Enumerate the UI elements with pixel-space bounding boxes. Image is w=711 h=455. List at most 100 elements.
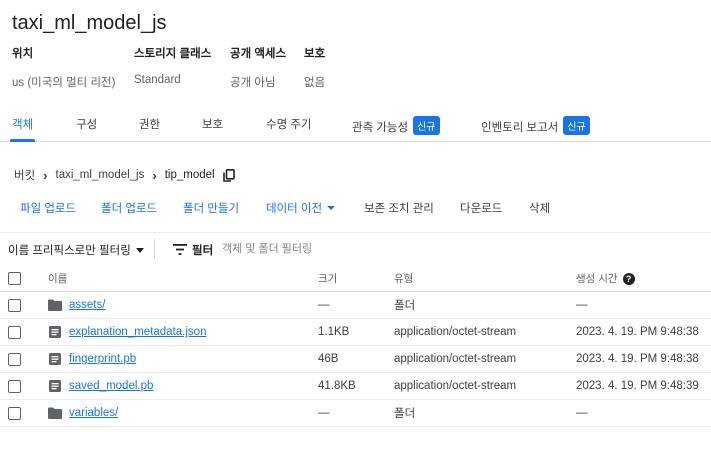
divider [154, 239, 155, 259]
filter-bar: 이름 프리픽스로만 필터링 필터 [0, 232, 711, 264]
name-cell: saved_model.pb [48, 373, 153, 399]
meta-value: 없음 [304, 77, 326, 89]
column-type[interactable]: 유형 [394, 266, 413, 291]
row-check-cell [8, 400, 21, 426]
type-cell: 폴더 [394, 408, 416, 420]
tab-inventory-reports[interactable]: 인벤토리 보고서 신규 [481, 116, 590, 142]
object-link[interactable]: explanation_metadata.json [69, 326, 206, 338]
breadcrumb-current-folder: tip_model [164, 169, 215, 181]
object-link[interactable]: saved_model.pb [69, 380, 153, 392]
folder-icon [48, 407, 62, 419]
file-icon [49, 326, 61, 338]
type-cell: application/octet-stream [394, 326, 517, 338]
size-cell: 1.1KB [318, 326, 350, 338]
row-check-cell [8, 346, 21, 372]
tab-label: 구성 [76, 119, 98, 131]
create-folder-button[interactable]: 폴더 만들기 [183, 200, 239, 216]
table-row: assets/ — 폴더 — [0, 292, 711, 319]
filter-label: 필터 [192, 245, 214, 257]
name-cell: explanation_metadata.json [48, 319, 206, 345]
bucket-title: taxi_ml_model_js [12, 12, 167, 34]
transfer-data-button[interactable]: 데이터 이전 [266, 200, 336, 216]
meta-protection: 보호 없음 [304, 45, 325, 90]
caret-down-icon [135, 248, 144, 253]
tab-configuration[interactable]: 구성 [76, 116, 97, 142]
objects-table: 이름 크기 유형 생성 시간? assets/ — 폴더 — explanati… [0, 266, 711, 427]
new-badge: 신규 [563, 116, 590, 135]
copy-icon[interactable] [222, 168, 235, 182]
created-cell: — [576, 299, 588, 311]
upload-folder-button[interactable]: 폴더 업로드 [101, 200, 157, 216]
size-cell: 41.8KB [318, 380, 356, 392]
breadcrumb-buckets[interactable]: 버킷 [14, 167, 35, 183]
table-row: fingerprint.pb 46B application/octet-str… [0, 346, 711, 373]
tab-objects[interactable]: 객체 [9, 116, 36, 142]
name-cell: fingerprint.pb [48, 346, 136, 372]
manage-holds-button[interactable]: 보존 조치 관리 [364, 200, 434, 216]
caret-down-icon [327, 206, 336, 210]
size-cell: 46B [318, 353, 339, 365]
breadcrumb: 버킷 › taxi_ml_model_js › tip_model [14, 167, 235, 183]
upload-file-button[interactable]: 파일 업로드 [20, 200, 76, 216]
type-cell: application/octet-stream [394, 353, 517, 365]
table-row: variables/ — 폴더 — [0, 400, 711, 427]
meta-label: 공개 액세스 [230, 48, 287, 60]
meta-label: 위치 [12, 48, 34, 60]
size-cell: — [318, 407, 330, 419]
meta-value: us (미국의 멀티 리전) [12, 77, 116, 89]
row-checkbox[interactable] [8, 406, 21, 420]
tab-label: 인벤토리 보고서 [481, 122, 559, 134]
tab-bar: 객체 구성 권한 보호 수명 주기 관측 가능성 신규 인벤토리 보고서 신규 [0, 110, 711, 142]
meta-label: 스토리지 클래스 [134, 48, 212, 60]
meta-location: 위치 us (미국의 멀티 리전) [12, 45, 115, 90]
row-checkbox[interactable] [8, 352, 21, 366]
breadcrumb-bucket[interactable]: taxi_ml_model_js [56, 169, 145, 181]
column-created-label: 생성 시간 [576, 273, 618, 285]
prefix-filter-select[interactable]: 이름 프리픽스로만 필터링 [8, 242, 144, 258]
tab-permissions[interactable]: 권한 [139, 116, 160, 142]
tab-lifecycle[interactable]: 수명 주기 [266, 116, 312, 142]
folder-icon [48, 299, 62, 311]
created-cell: 2023. 4. 19. PM 9:48:38 [576, 353, 699, 365]
new-badge: 신규 [413, 116, 440, 135]
name-cell: variables/ [48, 400, 118, 426]
chevron-right-icon: › [152, 167, 157, 183]
prefix-filter-label: 이름 프리픽스로만 필터링 [8, 245, 131, 257]
column-size[interactable]: 크기 [318, 266, 337, 291]
type-cell: application/octet-stream [394, 380, 517, 392]
row-check-cell [8, 319, 21, 345]
file-icon [49, 380, 61, 392]
row-checkbox[interactable] [8, 298, 21, 312]
object-link[interactable]: variables/ [69, 407, 118, 419]
transfer-data-label: 데이터 이전 [266, 203, 323, 215]
table-header: 이름 크기 유형 생성 시간? [0, 266, 711, 292]
chevron-right-icon: › [43, 167, 48, 183]
tab-observability[interactable]: 관측 가능성 신규 [352, 116, 440, 142]
meta-label: 보호 [304, 48, 326, 60]
column-name[interactable]: 이름 [48, 266, 67, 291]
column-created[interactable]: 생성 시간? [576, 266, 635, 291]
help-icon[interactable]: ? [622, 272, 635, 285]
row-checkbox[interactable] [8, 325, 21, 339]
type-cell: 폴더 [394, 300, 416, 312]
filter-icon[interactable] [173, 244, 187, 255]
file-icon [49, 353, 61, 365]
object-link[interactable]: assets/ [69, 299, 105, 311]
meta-public-access: 공개 액세스 공개 아님 [230, 45, 286, 90]
name-cell: assets/ [48, 292, 105, 318]
meta-value: Standard [134, 74, 181, 86]
created-cell: 2023. 4. 19. PM 9:48:39 [576, 380, 699, 392]
select-all-cell [8, 266, 21, 291]
table-row: explanation_metadata.json 1.1KB applicat… [0, 319, 711, 346]
delete-button[interactable]: 삭제 [529, 200, 550, 216]
tab-protection[interactable]: 보호 [202, 116, 223, 142]
created-cell: 2023. 4. 19. PM 9:48:38 [576, 326, 699, 338]
row-check-cell [8, 373, 21, 399]
select-all-checkbox[interactable] [8, 272, 21, 285]
object-link[interactable]: fingerprint.pb [69, 353, 136, 365]
row-check-cell [8, 292, 21, 318]
filter-input[interactable] [222, 239, 522, 259]
created-cell: — [576, 407, 588, 419]
row-checkbox[interactable] [8, 379, 21, 393]
download-button[interactable]: 다운로드 [460, 200, 502, 216]
